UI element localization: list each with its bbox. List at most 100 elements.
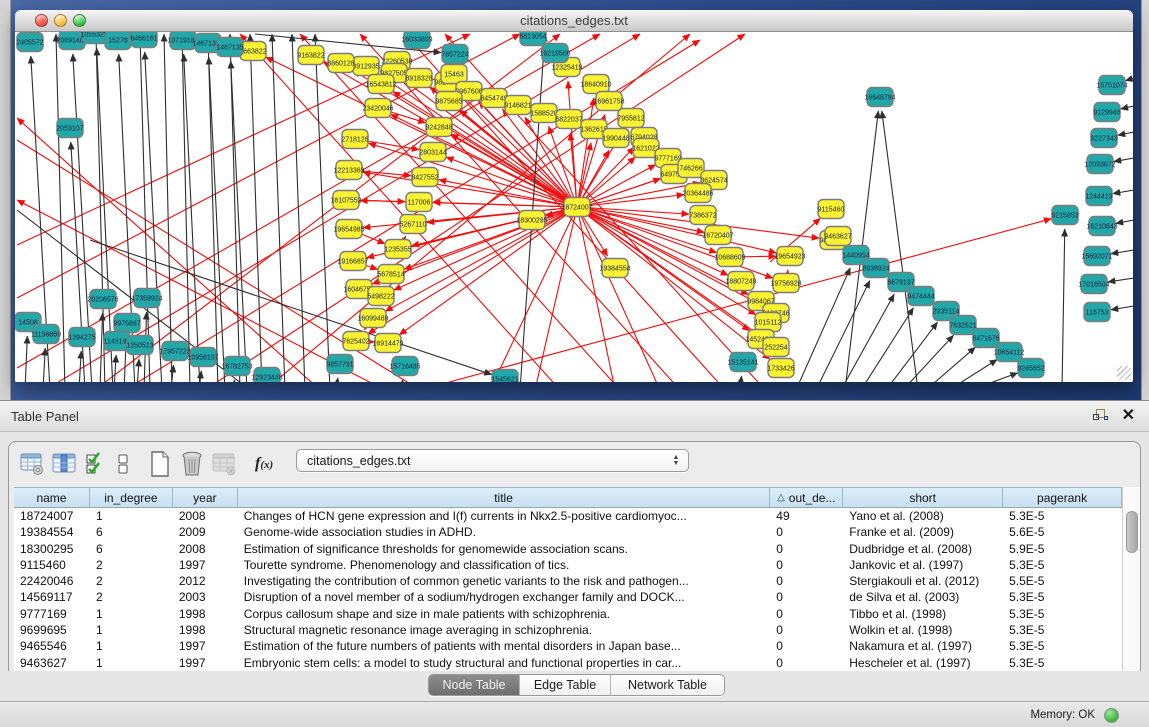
graph-node[interactable]: 8912935 [352, 57, 379, 76]
graph-edge[interactable] [336, 378, 338, 382]
graph-edge[interactable] [233, 380, 235, 382]
graph-node[interactable]: 19654985 [333, 220, 364, 239]
graph-node[interactable]: 19654923 [774, 247, 805, 266]
graph-node[interactable]: 10654112 [994, 343, 1025, 362]
table-scrollbar-thumb[interactable] [1126, 511, 1138, 553]
network-canvas[interactable]: 1872400722260538982750589129358860128916… [15, 32, 1133, 382]
table-row[interactable]: 2242004622012Investigating the contribut… [14, 573, 1122, 589]
column-header-in_degree[interactable]: in_degree [90, 487, 173, 508]
graph-node[interactable]: 17016504 [1078, 275, 1109, 294]
graph-node[interactable]: 16720407 [702, 226, 733, 245]
graph-node[interactable]: 17957223 [159, 342, 190, 361]
new-table-icon[interactable] [147, 451, 173, 477]
table-row[interactable]: 1456911722003Disruption of a novel membe… [14, 589, 1122, 605]
left-panel-edge[interactable] [0, 0, 11, 400]
select-rows-icon[interactable] [83, 451, 109, 477]
graph-node[interactable]: 16210643 [1086, 217, 1117, 236]
graph-node[interactable]: 19218506 [539, 44, 570, 63]
graph-node[interactable]: 8918328 [405, 69, 432, 88]
graph-node[interactable]: 12923448 [251, 368, 282, 383]
graph-node[interactable]: 16543812 [365, 75, 396, 94]
graph-node[interactable]: 2053107 [56, 119, 83, 138]
graph-edge[interactable] [164, 34, 172, 382]
graph-node[interactable]: 9163822 [297, 46, 324, 65]
zoom-window-icon[interactable] [73, 14, 86, 27]
graph-node[interactable]: 16648794 [864, 88, 895, 107]
graph-edge[interactable] [861, 308, 913, 382]
graph-node[interactable]: 2803144 [419, 143, 446, 162]
graph-node[interactable]: 10688609 [714, 248, 745, 267]
graph-edge[interactable] [137, 359, 139, 382]
graph-edge[interactable] [520, 34, 545, 382]
graph-edge[interactable] [1118, 132, 1133, 135]
graph-edge[interactable] [949, 359, 997, 382]
graph-node[interactable]: 5678514 [377, 265, 404, 284]
graph-node[interactable]: 15463 [441, 65, 467, 84]
graph-edge[interactable] [1114, 158, 1133, 162]
graph-edge[interactable] [401, 380, 403, 382]
graph-edge[interactable] [796, 268, 850, 382]
graph-node[interactable]: 1015112 [755, 313, 782, 332]
graph-node[interactable]: 16099489 [357, 309, 388, 328]
graph-edge[interactable] [145, 52, 162, 382]
graph-edge[interactable] [100, 313, 103, 382]
graph-node[interactable]: 6822037 [555, 110, 582, 129]
graph-edge[interactable] [250, 34, 262, 382]
graph-edge[interactable] [816, 281, 870, 382]
graph-node[interactable]: 1394275 [68, 328, 95, 347]
column-header-year[interactable]: year [173, 487, 238, 508]
graph-node[interactable]: 9857791 [326, 355, 353, 374]
graph-node[interactable]: 15692071 [1081, 247, 1112, 266]
delete-table-icon[interactable] [179, 451, 205, 477]
graph-node[interactable]: 9242848 [425, 118, 452, 137]
graph-edge[interactable] [1111, 250, 1133, 254]
graph-node[interactable]: 1545621 [491, 370, 518, 383]
graph-node[interactable]: 8938924 [862, 259, 889, 278]
graph-node[interactable]: 18724007 [561, 198, 592, 217]
table-settings-icon[interactable] [19, 451, 45, 477]
graph-node[interactable]: 7386372 [689, 206, 716, 225]
table-row[interactable]: 977716911998Corpus callosum shape and si… [14, 606, 1122, 622]
graph-edge[interactable] [1111, 306, 1133, 310]
graph-node[interactable]: 16033809 [401, 32, 432, 49]
minimize-window-icon[interactable] [54, 14, 67, 27]
graph-node[interactable]: 19384554 [599, 259, 630, 278]
graph-node[interactable]: 12093872 [1084, 155, 1115, 174]
graph-node[interactable]: 16914479 [372, 334, 403, 353]
graph-node[interactable]: 117006 [406, 193, 432, 212]
table-row[interactable]: 1830029562008Estimation of significance … [14, 541, 1122, 557]
graph-node[interactable]: 252254 [763, 338, 789, 357]
graph-edge[interactable] [841, 294, 894, 382]
graph-node[interactable]: 9115460 [818, 200, 845, 219]
graph-node[interactable]: 7955812 [617, 109, 644, 128]
graph-node[interactable]: 18807249 [725, 272, 756, 291]
graph-node[interactable]: 16961758 [593, 92, 624, 111]
graph-node[interactable]: 1733426 [767, 359, 794, 378]
graph-node[interactable]: 1467135 [216, 38, 243, 57]
graph-node[interactable]: 9975887 [113, 314, 140, 333]
graph-node[interactable]: 9215953 [1051, 206, 1078, 225]
close-panel-icon[interactable]: ✕ [1122, 409, 1135, 423]
graph-node[interactable]: 15716485 [389, 357, 420, 376]
graph-edge[interactable] [882, 111, 918, 382]
network-window[interactable]: citations_edges.txt 18724007222605389827… [15, 10, 1133, 382]
graph-node[interactable]: 8427552 [411, 168, 438, 187]
close-window-icon[interactable] [35, 14, 48, 27]
graph-node[interactable]: 9474444 [907, 287, 934, 306]
column-settings-icon[interactable] [51, 451, 77, 477]
graph-node[interactable]: 9129946 [1093, 103, 1120, 122]
function-builder-icon[interactable]: f(x) [255, 455, 273, 473]
graph-node[interactable]: 10958107 [187, 348, 218, 367]
column-header-pagerank[interactable]: pagerank [1003, 487, 1122, 508]
graph-node[interactable]: 15135141 [727, 353, 758, 372]
graph-edge[interactable] [1121, 106, 1133, 109]
graph-edge[interactable] [1062, 229, 1065, 382]
graph-node[interactable]: 19756928 [770, 274, 801, 293]
graph-edge[interactable] [79, 351, 81, 382]
table-row[interactable]: 1938455462009Genome-wide association stu… [14, 524, 1122, 540]
tab-node-table[interactable]: Node Table [429, 675, 520, 695]
graph-edge[interactable] [240, 34, 560, 382]
table-row[interactable]: 946362711997Embryonic stem cells: a mode… [14, 655, 1122, 671]
graph-edge[interactable] [740, 376, 742, 382]
graph-node[interactable]: 1588520 [530, 104, 557, 123]
